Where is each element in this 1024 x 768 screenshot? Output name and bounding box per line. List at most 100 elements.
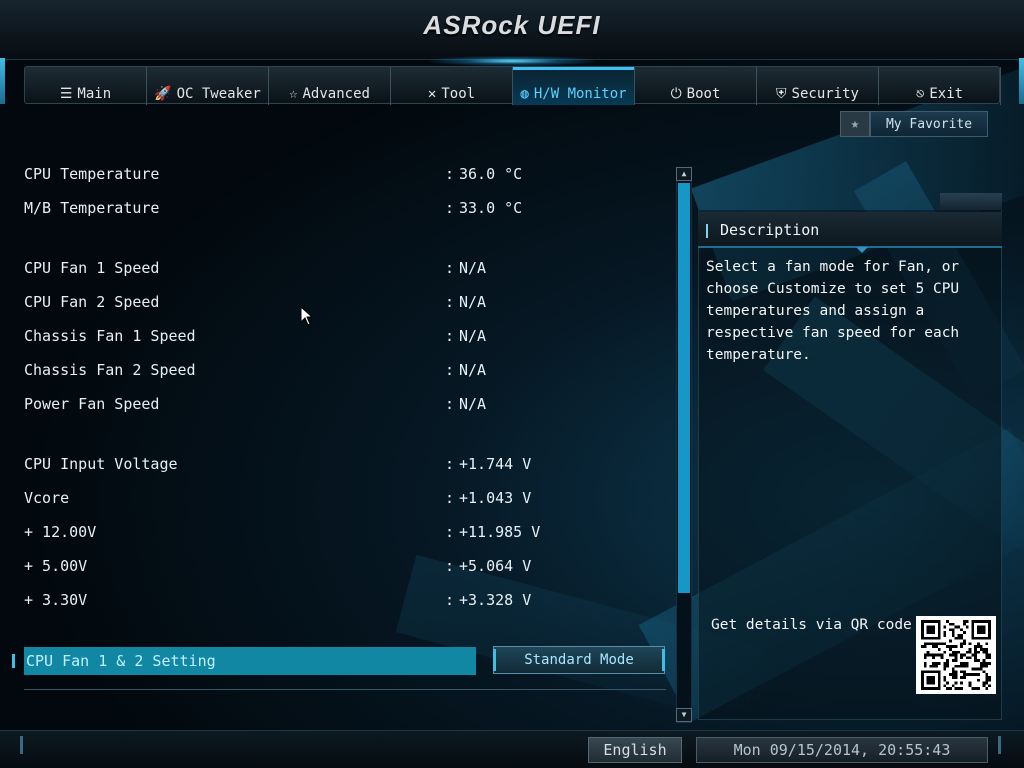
reading-label: CPU Fan 1 Speed: [24, 259, 160, 277]
tab-advanced[interactable]: ☆ Advanced: [269, 67, 391, 105]
reading-row: CPU Input Voltage: +1.744 V: [24, 455, 624, 477]
my-favorite-label: My Favorite: [870, 111, 988, 137]
tab-label: Advanced: [302, 86, 370, 102]
cpu-fan-setting-item[interactable]: CPU Fan 1 & 2 Setting: [24, 647, 476, 675]
reading-label: + 12.00V: [24, 523, 97, 541]
reading-separator: :: [445, 259, 455, 277]
exit-icon: ⎋: [915, 86, 925, 102]
tab-label: Main: [77, 86, 112, 102]
scrollbar-thumb[interactable]: [678, 183, 690, 593]
tab-label: Boot: [686, 86, 721, 102]
reading-label: + 3.30V: [24, 591, 88, 609]
power-icon: ⏻: [670, 86, 682, 102]
asrock-logo: ASRock UEFI: [423, 10, 601, 40]
tab-label: H/W Monitor: [533, 86, 627, 102]
reading-separator: :: [445, 199, 455, 217]
main-tab-bar: ☰ Main 🚀 OC Tweaker ☆ Advanced ✕ Tool ◍ H/W Monit…: [24, 66, 1001, 105]
tools-icon: ✕: [427, 86, 437, 102]
fan-mode-select[interactable]: Standard Mode: [493, 646, 665, 674]
tab-label: Tool: [441, 86, 476, 102]
reading-value: +1.043 V: [459, 489, 532, 507]
reading-separator: :: [445, 395, 455, 413]
reading-separator: :: [445, 165, 455, 183]
qr-code-icon: [916, 616, 996, 694]
selected-row-marker: [12, 654, 15, 668]
footer-left-marker: [20, 736, 23, 754]
reading-separator: :: [445, 591, 455, 609]
tab-security[interactable]: ⛨ Security: [757, 67, 879, 105]
reading-value: N/A: [459, 293, 487, 311]
reading-row: CPU Fan 1 Speed: N/A: [24, 259, 624, 281]
logo-glow: [430, 56, 594, 66]
reading-value: +11.985 V: [459, 523, 541, 541]
reading-value: 33.0 °C: [459, 199, 523, 217]
reading-label: M/B Temperature: [24, 199, 160, 217]
reading-value: N/A: [459, 395, 487, 413]
scroll-up-arrow-icon[interactable]: ▲: [676, 167, 692, 181]
reading-value: +1.744 V: [459, 455, 532, 473]
my-favorite-button[interactable]: ★ My Favorite: [840, 111, 988, 137]
reading-label: Power Fan Speed: [24, 395, 160, 413]
language-button[interactable]: English: [588, 737, 682, 763]
reading-row: CPU Fan 2 Speed: N/A: [24, 293, 624, 315]
list-icon: ☰: [59, 86, 73, 102]
qr-label: Get details via QR code: [711, 617, 912, 633]
reading-row: M/B Temperature:33.0 °C: [24, 199, 624, 221]
mouse-cursor-icon: [300, 306, 314, 326]
tab-h-w-monitor[interactable]: ◍ H/W Monitor: [513, 67, 635, 105]
description-header-marker: [706, 224, 708, 238]
description-title: Description: [720, 221, 820, 239]
tab-tool[interactable]: ✕ Tool: [391, 67, 513, 105]
reading-separator: :: [445, 489, 455, 507]
reading-value: N/A: [459, 361, 487, 379]
reading-separator: :: [445, 293, 455, 311]
monitor-icon: ◍: [520, 86, 529, 102]
tab-exit[interactable]: ⎋ Exit: [879, 67, 1001, 105]
right-edge-accent: [1019, 58, 1024, 104]
reading-value: 36.0 °C: [459, 165, 523, 183]
tab-oc-tweaker[interactable]: 🚀 OC Tweaker: [147, 67, 269, 105]
reading-label: CPU Temperature: [24, 165, 160, 183]
reading-row: + 3.30V: +3.328 V: [24, 591, 624, 613]
datetime-display: Mon 09/15/2014, 20:55:43: [696, 737, 988, 763]
reading-row: Chassis Fan 2 Speed: N/A: [24, 361, 624, 383]
reading-label: + 5.00V: [24, 557, 88, 575]
description-header: Description: [698, 212, 1002, 248]
reading-label: Chassis Fan 1 Speed: [24, 327, 196, 345]
reading-separator: :: [445, 455, 455, 473]
footer-right-marker: [998, 736, 1001, 754]
scroll-down-arrow-icon[interactable]: ▼: [676, 708, 692, 722]
reading-row: + 12.00V: +11.985 V: [24, 523, 624, 545]
list-separator: [24, 689, 666, 690]
star-icon: ★: [840, 111, 870, 137]
tab-label: Security: [791, 86, 859, 102]
description-notch-icon: [856, 247, 868, 253]
reading-separator: :: [445, 361, 455, 379]
reading-row: Vcore: +1.043 V: [24, 489, 624, 511]
reading-value: +5.064 V: [459, 557, 532, 575]
description-panel-tab: [940, 193, 1002, 210]
tab-main[interactable]: ☰ Main: [25, 67, 147, 105]
tab-label: OC Tweaker: [176, 86, 261, 102]
title-bar: ASRock UEFI: [0, 0, 1024, 60]
reading-row: + 5.00V: +5.064 V: [24, 557, 624, 579]
reading-label: Vcore: [24, 489, 70, 507]
reading-value: +3.328 V: [459, 591, 532, 609]
reading-label: Chassis Fan 2 Speed: [24, 361, 196, 379]
reading-label: CPU Input Voltage: [24, 455, 178, 473]
tab-label: Exit: [929, 86, 964, 102]
reading-separator: :: [445, 523, 455, 541]
left-edge-accent: [0, 58, 5, 104]
reading-row: CPU Temperature:36.0 °C: [24, 165, 624, 187]
tab-boot[interactable]: ⏻ Boot: [635, 67, 757, 105]
reading-separator: :: [445, 557, 455, 575]
reading-row: Chassis Fan 1 Speed: N/A: [24, 327, 624, 349]
shield-icon: ⛨: [776, 86, 787, 102]
rocket-icon: 🚀: [154, 86, 172, 102]
reading-label: CPU Fan 2 Speed: [24, 293, 160, 311]
reading-value: N/A: [459, 327, 487, 345]
reading-separator: :: [445, 327, 455, 345]
description-text: Select a fan mode for Fan, or choose Cus…: [706, 259, 960, 363]
reading-row: Power Fan Speed: N/A: [24, 395, 624, 417]
reading-value: N/A: [459, 259, 487, 277]
